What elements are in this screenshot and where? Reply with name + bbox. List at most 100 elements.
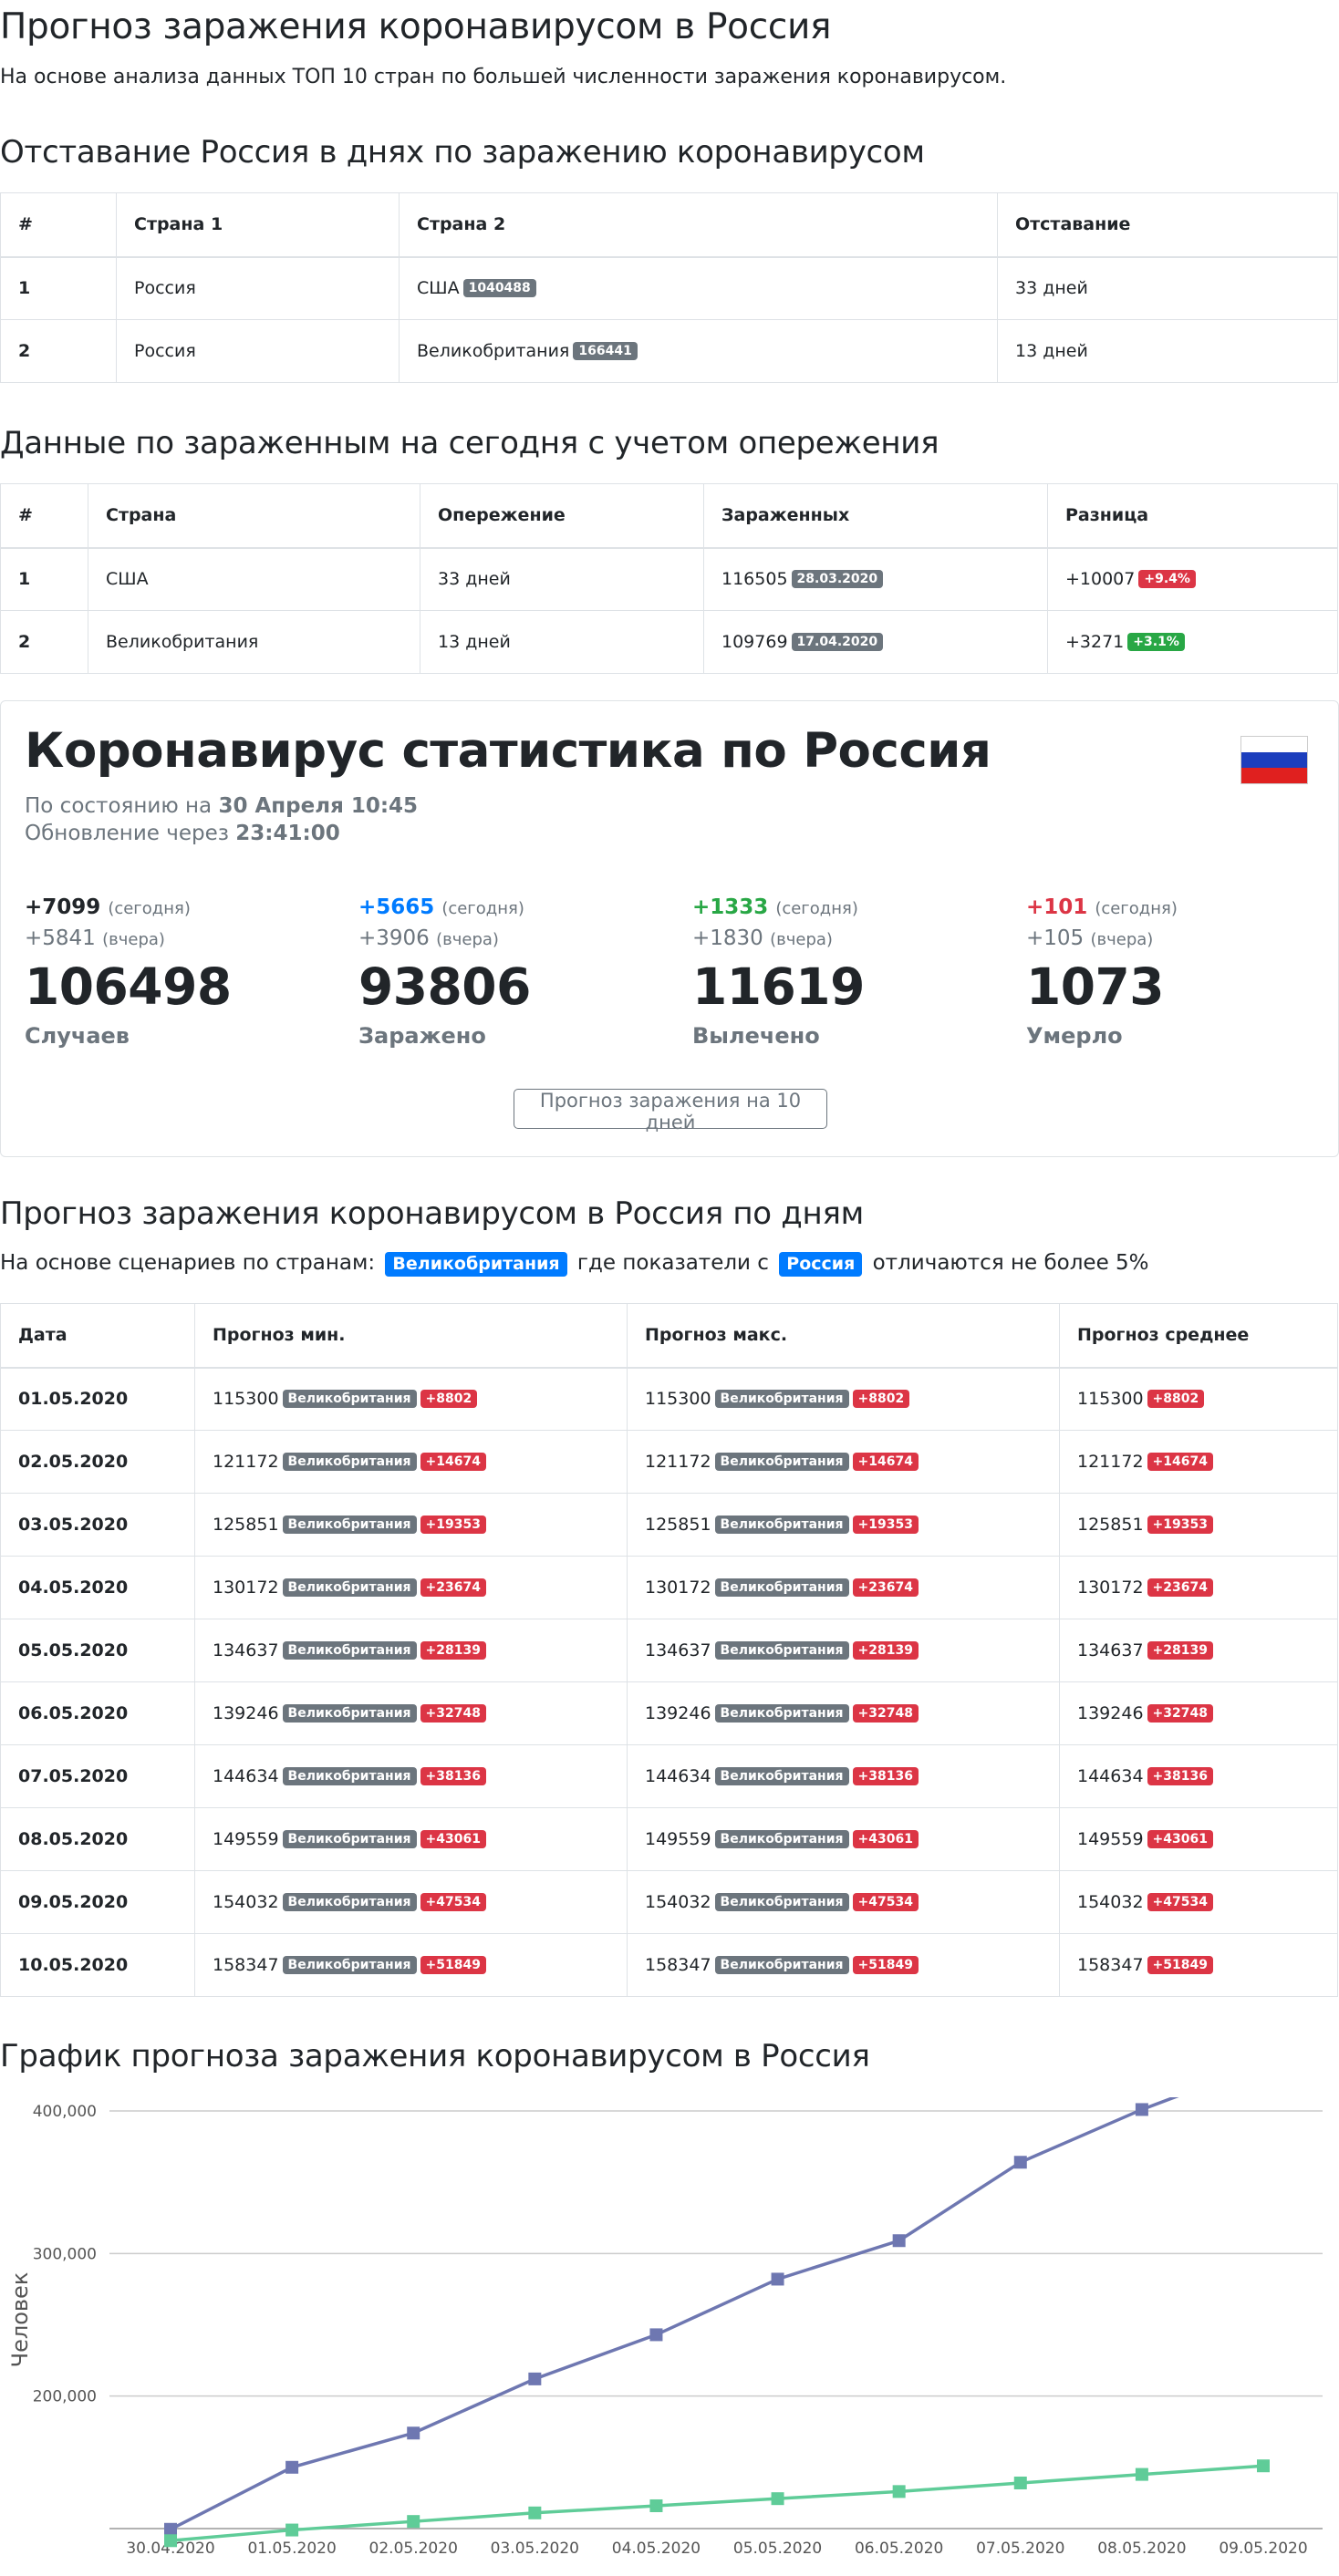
data-point: [771, 2492, 784, 2506]
country-badge: Великобритания: [282, 1578, 417, 1597]
status-info: По состоянию на 30 Апреля 10:45 Обновлен…: [25, 792, 418, 847]
country-badge: Великобритания: [282, 1516, 417, 1534]
forecast-max: 125851: [645, 1515, 711, 1535]
forecast-avg: 125851: [1077, 1515, 1144, 1535]
today-value: +5665: [358, 895, 435, 919]
delta-badge: +19353: [1147, 1516, 1213, 1534]
percent-badge: +9.4%: [1138, 570, 1196, 589]
forecast-date: 09.05.2020: [0, 1870, 195, 1934]
cases-badge: 1040488: [462, 279, 536, 298]
delta-badge: +19353: [852, 1516, 919, 1534]
forecast-date: 04.05.2020: [0, 1556, 195, 1619]
forecast-max-cell: 154032 Великобритания +47534: [627, 1870, 1060, 1934]
forecast-max-cell: 134637 Великобритания +28139: [627, 1619, 1060, 1682]
table-row: 2 Великобритания 13 дней 109769 17.04.202…: [0, 610, 1338, 674]
today-table-header: # Страна Опережение Зараженных Разница: [0, 483, 1338, 549]
forecast-chart: 200,000300,000400,00030.04.2020 01.05.202…: [7, 2097, 1323, 2558]
yesterday-value: +1830: [692, 926, 763, 950]
forecast-min-cell: 149559 Великобритания +43061: [194, 1807, 628, 1871]
country-badge: Великобритания: [714, 1641, 849, 1660]
yesterday-value: +5841: [25, 926, 96, 950]
y-tick-label: 300,000: [33, 2245, 97, 2263]
delta-badge: +8802: [420, 1390, 478, 1409]
data-point: [285, 2523, 299, 2537]
forecast-10-days-button[interactable]: Прогноз заражения на 10 дней: [514, 1089, 827, 1133]
delta-badge: +8802: [1147, 1390, 1205, 1409]
forecast-avg: 144634: [1077, 1766, 1144, 1786]
data-point: [771, 2272, 784, 2286]
stat-today: +1333 (сегодня): [692, 893, 993, 924]
forecast-min: 115300: [213, 1389, 279, 1410]
country-badge: Великобритания: [282, 1956, 417, 1974]
forecast-avg-cell: 154032 +47534: [1059, 1870, 1338, 1934]
delta-badge: +43061: [420, 1830, 486, 1848]
forecast-min: 134637: [213, 1640, 279, 1660]
country-2: США: [417, 278, 460, 299]
country: США: [88, 547, 420, 611]
data-point: [407, 2426, 420, 2440]
today-word: (сегодня): [441, 899, 524, 918]
delta-badge: +32748: [420, 1704, 486, 1723]
forecast-min-cell: 144634 Великобритания +38136: [194, 1744, 628, 1808]
forecast-max-cell: 115300 Великобритания +8802: [627, 1367, 1060, 1431]
today-value: +101: [1026, 895, 1088, 919]
percent-badge: +3.1%: [1127, 633, 1185, 651]
col-header: #: [0, 483, 88, 549]
forecast-date: 01.05.2020: [0, 1367, 195, 1431]
country-badge: Великобритания: [714, 1893, 849, 1911]
forecast-avg-cell: 144634 +38136: [1059, 1744, 1338, 1808]
forecast-max: 149559: [645, 1829, 711, 1849]
country-badge: Великобритания: [714, 1390, 849, 1409]
forecast-avg: 139246: [1077, 1703, 1144, 1723]
delta-badge: +43061: [852, 1830, 919, 1848]
data-point: [892, 2234, 906, 2248]
delta-badge: +47534: [1147, 1893, 1213, 1911]
forecast-avg: 130172: [1077, 1578, 1144, 1598]
country-badge: Великобритания: [714, 1578, 849, 1597]
stat-deaths: +101 (сегодня) +105 (вчера) 1073 Умерло: [1026, 893, 1327, 1051]
forecast-avg-cell: 139246 +32748: [1059, 1681, 1338, 1745]
data-point: [1013, 2476, 1027, 2489]
x-tick-label: 07.05.2020: [976, 2540, 1064, 2558]
delta-badge: +14674: [420, 1453, 486, 1471]
forecast-min-cell: 134637 Великобритания +28139: [194, 1619, 628, 1682]
forecast-table: Дата Прогноз мин. Прогноз макс. Прогноз …: [0, 1303, 1338, 1997]
delta-badge: +47534: [420, 1893, 486, 1911]
forecast-min-cell: 115300 Великобритания +8802: [194, 1367, 628, 1431]
stat-label: Заражено: [358, 1023, 486, 1049]
forecast-min: 139246: [213, 1703, 279, 1723]
delta-badge: +28139: [1147, 1641, 1213, 1660]
forecast-date: 08.05.2020: [0, 1807, 195, 1871]
col-header: Опережение: [420, 483, 704, 549]
scenario-country-badge: Великобритания: [385, 1252, 567, 1277]
forecast-max: 158347: [645, 1955, 711, 1975]
series-line-1: [170, 2097, 1179, 2531]
forecast-min-cell: 154032 Великобритания +47534: [194, 1870, 628, 1934]
diff-cell: +10007 +9.4%: [1047, 547, 1338, 611]
series-line-2: [170, 2464, 1264, 2543]
forecast-max-cell: 158347 Великобритания +51849: [627, 1933, 1060, 1997]
forecast-avg: 149559: [1077, 1829, 1144, 1849]
today-word: (сегодня): [108, 899, 191, 918]
forecast-avg-cell: 121172 +14674: [1059, 1430, 1338, 1494]
x-tick-label: 05.05.2020: [733, 2540, 822, 2558]
forecast-avg-cell: 125851 +19353: [1059, 1493, 1338, 1557]
diff-value: +10007: [1065, 569, 1136, 590]
stat-yesterday: +105 (вчера): [1026, 924, 1327, 955]
data-point: [1013, 2156, 1027, 2169]
ahead-days: 13 дней: [420, 610, 704, 674]
delta-badge: +32748: [852, 1704, 919, 1723]
country-badge: Великобритания: [282, 1641, 417, 1660]
today-table: # Страна Опережение Зараженных Разница 1…: [0, 483, 1338, 674]
table-row: 10.05.2020 158347 Великобритания +51849 1583…: [0, 1933, 1338, 1997]
lag-section-title: Отставание Россия в днях по заражению ко…: [0, 134, 925, 171]
flag-stripe: [1241, 751, 1307, 768]
data-point: [528, 2372, 542, 2385]
stats-card: Коронавирус статистика по Россия По сост…: [0, 700, 1339, 1157]
stat-yesterday: +3906 (вчера): [358, 924, 659, 955]
forecast-max: 144634: [645, 1766, 711, 1786]
delta-badge: +23674: [420, 1578, 486, 1597]
x-tick-label: 08.05.2020: [1097, 2540, 1186, 2558]
row-number: 1: [0, 256, 117, 320]
country-1: Россия: [116, 256, 400, 320]
